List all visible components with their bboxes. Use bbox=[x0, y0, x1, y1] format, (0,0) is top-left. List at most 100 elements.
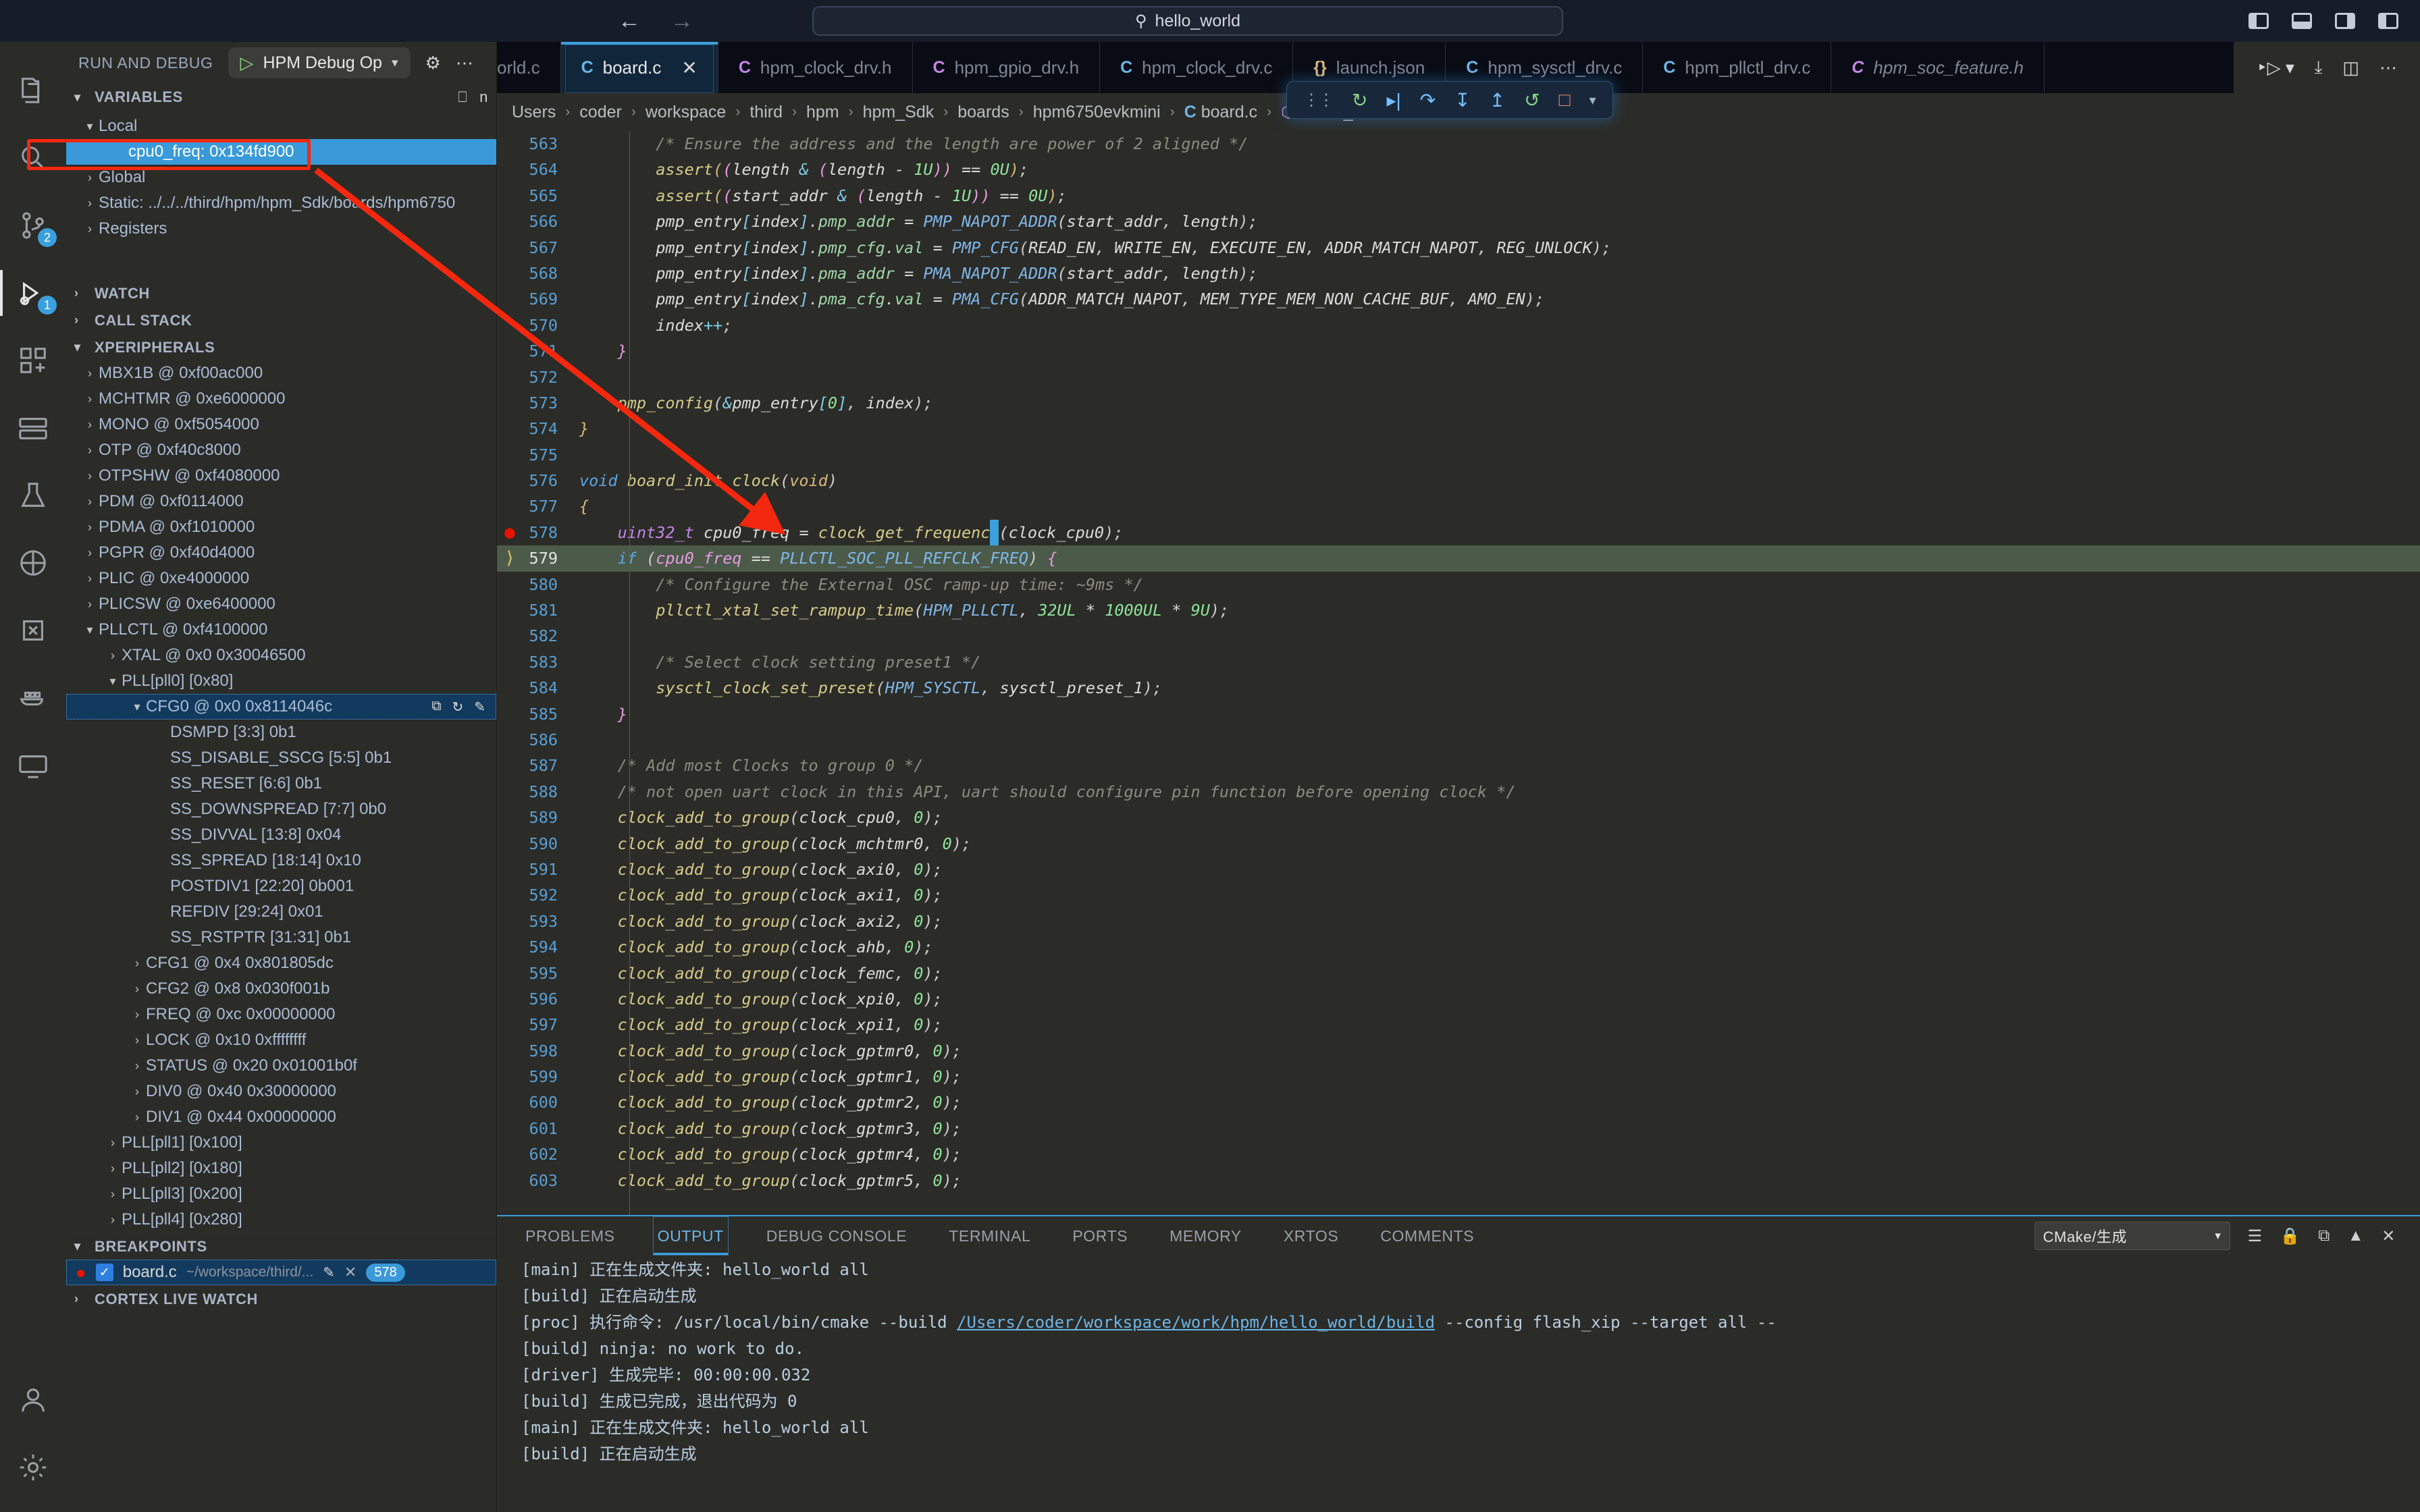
code-line[interactable]: 586 bbox=[497, 727, 2420, 753]
edit-icon[interactable]: ✎ bbox=[474, 699, 485, 716]
editor-tab-hpm-clock-drv-c[interactable]: Chpm_clock_drv.c bbox=[1100, 42, 1294, 93]
sidebar-item-remote-explorer[interactable] bbox=[0, 394, 66, 462]
section-cortex-live-watch[interactable]: › CORTEX LIVE WATCH bbox=[66, 1285, 496, 1312]
split-editor-icon[interactable]: ◫ bbox=[2342, 57, 2359, 78]
code-line[interactable]: 590 clock_add_to_group(clock_mchtmr0, 0)… bbox=[497, 831, 2420, 857]
xperipheral-row[interactable]: › OTPSHW @ 0xf4080000 bbox=[66, 463, 496, 489]
clear-output-icon[interactable]: ☰ bbox=[2248, 1226, 2263, 1246]
code-line[interactable]: 595 clock_add_to_group(clock_femc, 0); bbox=[497, 961, 2420, 986]
stop-icon[interactable]: □ bbox=[1559, 89, 1571, 111]
breadcrumb-item[interactable]: third bbox=[749, 103, 783, 122]
editor-tab-hpm-soc-feature-h[interactable]: Chpm_soc_feature.h bbox=[1831, 42, 2045, 93]
code-line[interactable]: 592 clock_add_to_group(clock_axi1, 0); bbox=[497, 882, 2420, 908]
panel-left-icon[interactable] bbox=[2248, 13, 2269, 29]
variable-scope-local[interactable]: ▾ Local bbox=[66, 113, 496, 139]
xperipheral-row[interactable]: › STATUS @ 0x20 0x01001b0f bbox=[66, 1053, 496, 1079]
panel-right-icon[interactable] bbox=[2335, 13, 2355, 29]
xperipheral-row[interactable]: ▾ CFG0 @ 0x0 0x8114046c ⧉ ↻ ✎ bbox=[66, 694, 496, 720]
xperipheral-row[interactable]: › PLL[pll4] [0x280] bbox=[66, 1207, 496, 1233]
code-line[interactable]: 574} bbox=[497, 416, 2420, 441]
gear-icon[interactable]: ⚙ bbox=[425, 53, 441, 74]
xperipheral-row[interactable]: SS_DIVVAL [13:8] 0x04 bbox=[66, 822, 496, 848]
xperipheral-row[interactable]: REFDIV [29:24] 0x01 bbox=[66, 899, 496, 925]
step-into-icon[interactable]: ↷ bbox=[1420, 89, 1436, 111]
section-variables[interactable]: ▾ VARIABLES ⎕ n bbox=[66, 84, 496, 111]
code-line[interactable]: 577 { bbox=[497, 493, 2420, 519]
code-line[interactable]: 585 } bbox=[497, 701, 2420, 727]
close-icon[interactable]: ✕ bbox=[681, 57, 697, 79]
section-watch[interactable]: › WATCH bbox=[66, 279, 496, 306]
code-line[interactable]: 565 assert((start_addr & (length - 1U)) … bbox=[497, 183, 2420, 209]
code-line[interactable]: 596 clock_add_to_group(clock_xpi0, 0); bbox=[497, 986, 2420, 1012]
code-line[interactable]: 588 /* not open uart clock in this API, … bbox=[497, 779, 2420, 805]
panel-tab-comments[interactable]: COMMENTS bbox=[1376, 1216, 1478, 1256]
editor-tab-hpm-clock-drv-h[interactable]: Chpm_clock_drv.h bbox=[718, 42, 913, 93]
section-breakpoints[interactable]: ▾ BREAKPOINTS bbox=[66, 1233, 496, 1260]
step-out-down-icon[interactable]: ↧ bbox=[1454, 89, 1470, 111]
code-line[interactable]: 600 clock_add_to_group(clock_gptmr2, 0); bbox=[497, 1089, 2420, 1115]
sidebar-item-run-and-debug[interactable]: 1 bbox=[0, 259, 66, 327]
close-icon[interactable]: ✕ bbox=[344, 1264, 357, 1281]
xperipheral-row[interactable]: › PLICSW @ 0xe6400000 bbox=[66, 591, 496, 617]
panel-bottom-icon[interactable] bbox=[2292, 13, 2312, 29]
code-line[interactable]: 564 assert((length & (length - 1U)) == 0… bbox=[497, 157, 2420, 182]
breadcrumb-item[interactable]: workspace bbox=[646, 103, 727, 122]
xperipheral-row[interactable]: ▾ PLL[pll0] [0x80] bbox=[66, 668, 496, 694]
refresh-icon[interactable]: ↻ bbox=[452, 699, 463, 716]
breadcrumb-item[interactable]: hpm_Sdk bbox=[863, 103, 935, 122]
editor-tab-hpm-gpio-drv-h[interactable]: Chpm_gpio_drv.h bbox=[913, 42, 1101, 93]
code-line[interactable]: 580 /* Configure the External OSC ramp-u… bbox=[497, 572, 2420, 597]
xperipheral-row[interactable]: › MCHTMR @ 0xe6000000 bbox=[66, 386, 496, 412]
chevron-down-icon[interactable]: ▾ bbox=[1589, 92, 1596, 109]
breadcrumb-item[interactable]: C board.c bbox=[1184, 103, 1257, 122]
panel-tab-output[interactable]: OUTPUT bbox=[652, 1216, 729, 1256]
sidebar-item-extensions[interactable] bbox=[0, 327, 66, 394]
code-line[interactable]: 598 clock_add_to_group(clock_gptmr0, 0); bbox=[497, 1038, 2420, 1064]
breadcrumb-item[interactable]: hpm bbox=[806, 103, 839, 122]
code-line[interactable]: 569 pmp_entry[index].pma_cfg.val = PMA_C… bbox=[497, 286, 2420, 312]
code-line[interactable]: 602 clock_add_to_group(clock_gptmr4, 0); bbox=[497, 1141, 2420, 1167]
code-line[interactable]: 589 clock_add_to_group(clock_cpu0, 0); bbox=[497, 805, 2420, 830]
code-line[interactable]: 563 /* Ensure the address and the length… bbox=[497, 131, 2420, 157]
variable-scope-global[interactable]: › Global bbox=[66, 165, 496, 190]
xperipheral-row[interactable]: › FREQ @ 0xc 0x00000000 bbox=[66, 1002, 496, 1027]
panel-tab-terminal[interactable]: TERMINAL bbox=[945, 1216, 1034, 1256]
panel-tab-problems[interactable]: PROBLEMS bbox=[521, 1216, 619, 1256]
code-line[interactable]: 593 clock_add_to_group(clock_axi2, 0); bbox=[497, 909, 2420, 934]
xperipheral-row[interactable]: › LOCK @ 0x10 0xffffffff bbox=[66, 1027, 496, 1053]
code-line[interactable]: 566 pmp_entry[index].pmp_addr = PMP_NAPO… bbox=[497, 209, 2420, 234]
code-line[interactable]: 587 /* Add most Clocks to group 0 */ bbox=[497, 753, 2420, 778]
grip-icon[interactable]: ⋮⋮ bbox=[1303, 90, 1334, 110]
xperipheral-row[interactable]: › DIV1 @ 0x44 0x00000000 bbox=[66, 1104, 496, 1130]
xperipheral-row[interactable]: › PGPR @ 0xf40d4000 bbox=[66, 540, 496, 566]
restart-icon[interactable]: ↺ bbox=[1524, 89, 1540, 111]
breakpoint-checkbox[interactable]: ✓ bbox=[95, 1264, 113, 1281]
sidebar-item-embedded-tools[interactable] bbox=[0, 597, 66, 664]
xperipheral-row[interactable]: › XTAL @ 0x0 0x30046500 bbox=[66, 643, 496, 668]
variable-scope-registers[interactable]: › Registers bbox=[66, 216, 496, 242]
copy-icon[interactable]: ⧉ bbox=[431, 699, 441, 716]
xperipheral-row[interactable]: ▾ PLLCTL @ 0xf4100000 bbox=[66, 617, 496, 643]
code-line[interactable]: ● 578 uint32_t cpu0_freq = clock_get_freq… bbox=[497, 519, 2420, 546]
xperipheral-row[interactable]: › PLL[pll1] [0x100] bbox=[66, 1130, 496, 1156]
gear-icon[interactable] bbox=[0, 1434, 66, 1501]
accounts-icon[interactable] bbox=[0, 1366, 66, 1434]
code-line[interactable]: 594 clock_add_to_group(clock_ahb, 0); bbox=[497, 934, 2420, 960]
xperipheral-row[interactable]: › MONO @ 0xf5054000 bbox=[66, 412, 496, 437]
arrow-right-icon[interactable]: → bbox=[670, 9, 693, 32]
code-line[interactable]: 601 clock_add_to_group(clock_gptmr3, 0); bbox=[497, 1116, 2420, 1141]
sidebar-item-serial-monitor[interactable] bbox=[0, 732, 66, 799]
xperipheral-row[interactable]: › CFG2 @ 0x8 0x030f001b bbox=[66, 976, 496, 1002]
ellipsis-icon[interactable]: ⋯ bbox=[2379, 57, 2397, 78]
variable-scope-static[interactable]: › Static: ../../../third/hpm/hpm_Sdk/boa… bbox=[66, 190, 496, 216]
xperipheral-row[interactable]: DSMPD [3:3] 0b1 bbox=[66, 720, 496, 745]
editor-tab-orld-c[interactable]: orld.c bbox=[497, 42, 561, 93]
xperipheral-row[interactable]: › PDMA @ 0xf1010000 bbox=[66, 514, 496, 540]
sidebar-item-testing[interactable] bbox=[0, 462, 66, 529]
variable-cpu0-freq[interactable]: cpu0_freq: 0x134fd900 bbox=[66, 139, 496, 165]
sidebar-item-cortex-debug[interactable] bbox=[0, 529, 66, 597]
code-line[interactable]: 568 pmp_entry[index].pma_addr = PMA_NAPO… bbox=[497, 261, 2420, 286]
editor-tab-hpm-pllctl-drv-c[interactable]: Chpm_pllctl_drv.c bbox=[1643, 42, 1832, 93]
step-out-up-icon[interactable]: ↥ bbox=[1490, 89, 1505, 111]
xperipheral-row[interactable]: › PLL[pll2] [0x180] bbox=[66, 1156, 496, 1181]
